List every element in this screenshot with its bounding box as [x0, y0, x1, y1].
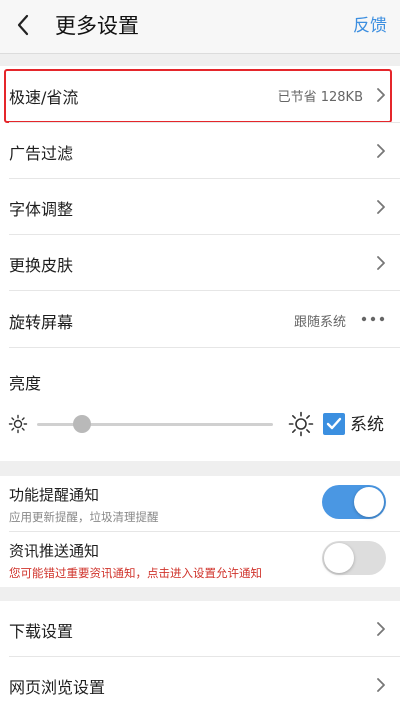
download-settings-label: 下载设置 [9, 622, 74, 641]
more-dots-icon[interactable] [361, 316, 385, 322]
browse-settings-label: 网页浏览设置 [9, 678, 106, 697]
browse-settings-row[interactable]: 网页浏览设置 [0, 657, 400, 711]
page-title: 更多设置 [55, 14, 139, 38]
chevron-left-icon [17, 14, 29, 36]
brightness-high-icon [288, 411, 314, 437]
system-brightness-label: 系统 [350, 415, 384, 435]
system-brightness-checkbox[interactable] [323, 413, 345, 435]
top-bar: 更多设置 反馈 [0, 0, 400, 54]
news-notify-label: 资讯推送通知 [9, 542, 100, 560]
font-size-label: 字体调整 [9, 200, 74, 219]
toggle-knob [354, 487, 384, 517]
rotate-screen-row[interactable]: 旋转屏幕 跟随系统 [0, 291, 400, 347]
ad-filter-label: 广告过滤 [9, 144, 74, 163]
rotate-screen-value: 跟随系统 [293, 315, 346, 330]
brightness-low-icon [8, 414, 28, 434]
news-notify-warning: 您可能错过重要资讯通知，点击进入设置允许通知 [9, 566, 262, 580]
font-size-row[interactable]: 字体调整 [0, 179, 400, 234]
chevron-right-icon [377, 144, 385, 158]
chevron-right-icon [377, 622, 385, 636]
brightness-label: 亮度 [9, 374, 42, 393]
chevron-right-icon [377, 678, 385, 692]
ad-filter-row[interactable]: 广告过滤 [0, 123, 400, 178]
feature-notify-toggle[interactable] [322, 485, 386, 519]
chevron-right-icon [377, 256, 385, 270]
rotate-screen-label: 旋转屏幕 [9, 313, 74, 332]
change-skin-label: 更换皮肤 [9, 256, 74, 275]
check-icon [326, 417, 342, 430]
news-notify-toggle[interactable] [322, 541, 386, 575]
download-settings-row[interactable]: 下载设置 [0, 601, 400, 656]
feature-notify-label: 功能提醒通知 [9, 486, 100, 504]
feedback-button[interactable]: 反馈 [353, 14, 387, 38]
change-skin-row[interactable]: 更换皮肤 [0, 235, 400, 290]
back-button[interactable] [8, 8, 38, 42]
toggle-knob [324, 543, 354, 573]
brightness-row: 亮度 [0, 348, 400, 461]
brightness-slider-thumb[interactable] [72, 415, 91, 433]
feature-notify-desc: 应用更新提醒，垃圾清理提醒 [9, 510, 159, 524]
chevron-right-icon [377, 200, 385, 214]
highlight-box [4, 69, 392, 123]
